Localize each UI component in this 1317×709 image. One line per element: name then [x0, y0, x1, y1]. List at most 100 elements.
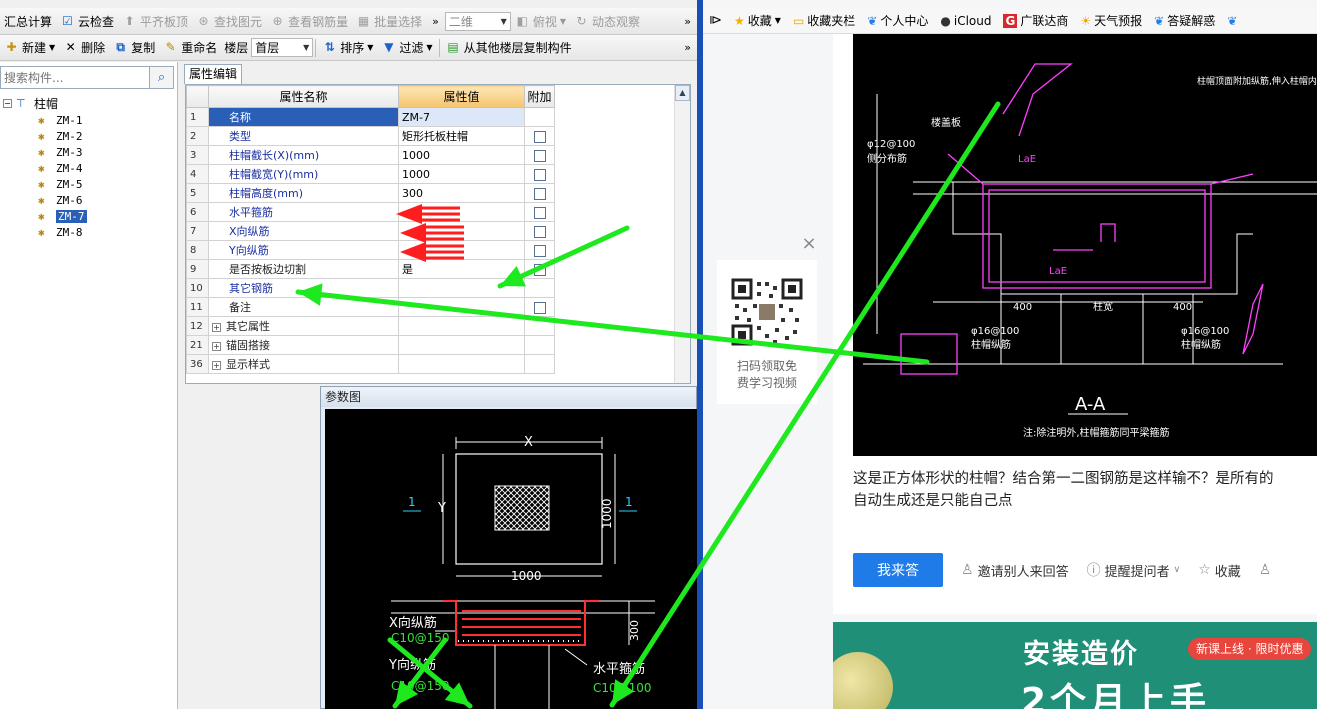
property-name-cell[interactable]: + 显示样式	[208, 354, 399, 374]
tree-item[interactable]: ✱ ZM-3	[0, 144, 176, 160]
property-name-cell[interactable]: 柱帽截长(X)(mm)	[208, 145, 399, 165]
view-mode-select[interactable]: 二维 ▼	[444, 11, 511, 31]
bookmark-favorites[interactable]: ★ 收藏 ▼	[728, 12, 787, 29]
property-name-cell[interactable]: 水平箍筋	[208, 202, 399, 222]
toolbar-more-chevron-2[interactable]: »	[678, 15, 697, 28]
bookmark-icloud[interactable]: ● iCloud	[934, 14, 997, 28]
bookmark-favorites-bar[interactable]: ▭ 收藏夹栏	[787, 12, 861, 29]
collapse-icon[interactable]: −	[3, 98, 12, 108]
answer-button[interactable]: 我来答	[853, 553, 943, 587]
property-value-cell[interactable]: 矩形托板柱帽	[398, 126, 525, 146]
property-value-cell[interactable]: 300	[398, 183, 525, 203]
tree-item[interactable]: ✱ ZM-2	[0, 128, 176, 144]
property-name-cell[interactable]: + 其它属性	[208, 316, 399, 336]
property-value-cell[interactable]: 1000	[398, 145, 525, 165]
dynamic-view-button[interactable]: ↻ 动态观察	[570, 10, 644, 32]
extra-checkbox[interactable]	[533, 244, 546, 257]
tree-item[interactable]: ✱ ZM-8	[0, 224, 176, 240]
cad-section-image[interactable]: A-A 注:除注明外,柱帽箍筋同平梁箍筋 LaE LaE 400 柱宽 400 …	[853, 34, 1317, 456]
property-row[interactable]: 36 + 显示样式	[186, 354, 555, 374]
dim-1000-vertical[interactable]: 1000	[600, 498, 614, 529]
property-name-cell[interactable]: X向纵筋	[208, 221, 399, 241]
property-row[interactable]: 6 水平箍筋	[186, 202, 555, 222]
extra-checkbox[interactable]	[533, 263, 546, 276]
summary-button[interactable]: 汇总计算	[0, 10, 56, 32]
dim-300-label[interactable]: 300	[628, 620, 641, 641]
property-row[interactable]: 12 + 其它属性	[186, 316, 555, 336]
property-row[interactable]: 11 备注	[186, 297, 555, 317]
tree-item[interactable]: ✱ ZM-6	[0, 192, 176, 208]
paw-icon[interactable]: ❦	[1221, 14, 1243, 28]
tree-item[interactable]: ✱ ZM-4	[0, 160, 176, 176]
property-name-cell[interactable]: 柱帽截宽(Y)(mm)	[208, 164, 399, 184]
find-element-button[interactable]: ⊛ 查找图元	[192, 10, 266, 32]
tree-item[interactable]: ✱ ZM-5	[0, 176, 176, 192]
sidebar-toggle-icon[interactable]: ⧐	[703, 13, 728, 28]
tree-item[interactable]: ✱ ZM-1	[0, 112, 176, 128]
extra-checkbox[interactable]	[533, 225, 546, 238]
top-view-button[interactable]: ◧ 俯视 ▼	[511, 10, 570, 32]
batch-select-button[interactable]: ▦ 批量选择	[352, 10, 426, 32]
property-row[interactable]: 4 柱帽截宽(Y)(mm) 1000	[186, 164, 555, 184]
property-value-cell[interactable]	[398, 316, 525, 336]
property-name-cell[interactable]: 备注	[208, 297, 399, 317]
x-rebar-spec[interactable]: C10@150	[391, 631, 450, 645]
new-button[interactable]: ✚ 新建 ▼	[0, 37, 59, 59]
y-rebar-spec[interactable]: C10@150	[391, 679, 450, 693]
property-value-cell[interactable]: 是	[398, 259, 525, 279]
expand-icon[interactable]: +	[212, 323, 221, 332]
property-name-cell[interactable]: Y向纵筋	[208, 240, 399, 260]
invite-answer-link[interactable]: ♙ 邀请别人来回答	[961, 561, 1069, 580]
vertical-scrollbar[interactable]: ▲	[674, 85, 690, 383]
extra-checkbox[interactable]	[533, 187, 546, 200]
property-row[interactable]: 3 柱帽截长(X)(mm) 1000	[186, 145, 555, 165]
property-row[interactable]: 9 是否按板边切割是	[186, 259, 555, 279]
tree-item-selected[interactable]: ✱ ZM-7	[0, 208, 176, 224]
property-name-cell[interactable]: 是否按板边切割	[208, 259, 399, 279]
property-name-cell[interactable]: 柱帽高度(mm)	[208, 183, 399, 203]
extra-checkbox[interactable]	[533, 206, 546, 219]
property-value-cell[interactable]	[398, 354, 525, 374]
scroll-up-icon[interactable]: ▲	[675, 85, 690, 101]
property-name-cell[interactable]: 名称	[208, 107, 399, 127]
qr-promo-card[interactable]: 扫码领取免 费学习视频	[717, 260, 817, 404]
extra-checkbox[interactable]	[533, 168, 546, 181]
bookmark-glodon[interactable]: G 广联达商	[997, 12, 1074, 29]
property-row[interactable]: 1 名称 ZM-7	[186, 107, 555, 127]
extra-checkbox[interactable]	[533, 149, 546, 162]
filter-button[interactable]: ▼ 过滤 ▼	[377, 37, 436, 59]
bookmark-weather[interactable]: ☀ 天气预报	[1074, 12, 1148, 29]
floor-select[interactable]: 首层 ▼	[251, 38, 314, 57]
delete-button[interactable]: ✕ 删除	[59, 37, 109, 59]
report-link[interactable]: ♙	[1259, 562, 1272, 578]
property-row[interactable]: 2 类型 矩形托板柱帽	[186, 126, 555, 146]
search-input[interactable]	[0, 66, 150, 89]
property-name-cell[interactable]: + 锚固搭接	[208, 335, 399, 355]
sort-button[interactable]: ⇅ 排序 ▼	[318, 37, 377, 59]
property-row[interactable]: 10 其它钢筋	[186, 278, 555, 298]
tab-property-edit[interactable]: 属性编辑	[184, 64, 242, 84]
copy-button[interactable]: ⧉ 复制	[109, 37, 159, 59]
dim-x-label[interactable]: X	[524, 435, 533, 450]
rename-button[interactable]: ✎ 重命名	[159, 37, 221, 59]
property-value-cell[interactable]	[398, 221, 525, 241]
copy-from-floor-button[interactable]: ▤ 从其他楼层复制构件	[442, 37, 576, 59]
expand-icon[interactable]: +	[212, 342, 221, 351]
dim-1000-horizontal[interactable]: 1000	[511, 569, 542, 583]
expand-icon[interactable]: +	[212, 361, 221, 370]
property-value-cell[interactable]	[398, 240, 525, 260]
property-value-cell[interactable]	[398, 297, 525, 317]
property-name-cell[interactable]: 类型	[208, 126, 399, 146]
extra-checkbox[interactable]	[533, 130, 546, 143]
tree-root-column-cap[interactable]: − ⊤ 柱帽	[0, 94, 176, 112]
cloud-check-button[interactable]: ☑ 云检查	[56, 10, 118, 32]
property-row[interactable]: 7 X向纵筋	[186, 221, 555, 241]
bookmark-personal-center[interactable]: ❦ 个人中心	[861, 12, 934, 29]
favorite-link[interactable]: ☆ 收藏	[1198, 561, 1241, 580]
extra-checkbox[interactable]	[533, 301, 546, 314]
remind-asker-link[interactable]: ⓘ 提醒提问者 ∨	[1087, 560, 1181, 580]
bookmark-qa[interactable]: ❦ 答疑解惑	[1148, 12, 1221, 29]
toolbar-more-chevron[interactable]: »	[426, 15, 445, 28]
property-name-cell[interactable]: 其它钢筋	[208, 278, 399, 298]
course-ad-banner[interactable]: 安装造价 新课上线 · 限时优惠 2个月上手	[833, 622, 1317, 709]
